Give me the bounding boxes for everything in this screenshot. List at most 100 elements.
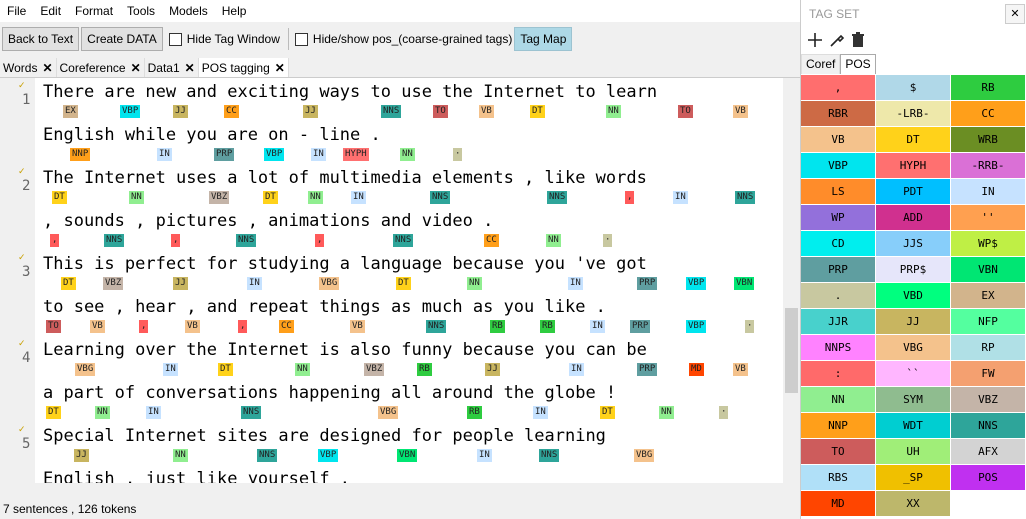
pos-tag[interactable]: DT: [263, 191, 278, 204]
pos-tag[interactable]: VBN: [734, 277, 755, 290]
tag-swatch[interactable]: ADD: [876, 205, 950, 230]
hide-pos-checkbox[interactable]: [294, 32, 308, 46]
pos-tag[interactable]: DT: [530, 105, 545, 118]
tag-swatch[interactable]: WP$: [951, 231, 1025, 256]
pos-tag[interactable]: NNS: [426, 320, 447, 333]
pos-tag[interactable]: NNS: [241, 406, 262, 419]
hide-tag-window-toggle[interactable]: Hide Tag Window: [168, 32, 280, 46]
pos-tag[interactable]: IN: [673, 191, 688, 204]
pos-tag[interactable]: ,: [50, 234, 60, 247]
annotated-text[interactable]: There are new and exciting ways to use t…: [43, 78, 783, 483]
fold-marker-icon[interactable]: ✓: [18, 166, 26, 177]
tag-swatch[interactable]: DT: [876, 127, 950, 152]
pos-tag[interactable]: NN: [546, 234, 561, 247]
tag-swatch[interactable]: VBG: [876, 335, 950, 360]
pos-tag[interactable]: VB: [733, 105, 748, 118]
tag-swatch[interactable]: ,: [801, 75, 875, 100]
fold-marker-icon[interactable]: ✓: [18, 424, 26, 435]
pos-tag[interactable]: ·: [603, 234, 613, 247]
pos-tag[interactable]: DT: [46, 406, 61, 419]
eyedropper-icon[interactable]: [829, 32, 845, 48]
tag-swatch[interactable]: VBD: [876, 283, 950, 308]
pos-tag[interactable]: ,: [315, 234, 325, 247]
pos-tag[interactable]: VBZ: [103, 277, 124, 290]
tag-swatch[interactable]: WP: [801, 205, 875, 230]
pos-tag[interactable]: IN: [533, 406, 548, 419]
tag-swatch[interactable]: _SP: [876, 465, 950, 490]
pos-tag[interactable]: NNS: [430, 191, 451, 204]
pos-tag[interactable]: NNS: [393, 234, 414, 247]
tag-swatch[interactable]: RP: [951, 335, 1025, 360]
pos-tag[interactable]: DT: [61, 277, 76, 290]
pos-tag[interactable]: ,: [139, 320, 149, 333]
tag-set-tab-pos[interactable]: POS: [840, 54, 876, 74]
tag-set-tab-coref[interactable]: Coref: [801, 54, 841, 74]
pos-tag[interactable]: VBG: [319, 277, 340, 290]
pos-tag[interactable]: VBP: [686, 277, 707, 290]
tab-close-icon[interactable]: ✕: [275, 61, 285, 75]
close-icon[interactable]: ✕: [1005, 4, 1025, 24]
pos-tag[interactable]: VBG: [75, 363, 96, 376]
pos-tag[interactable]: TO: [433, 105, 448, 118]
tag-swatch[interactable]: NNP: [801, 413, 875, 438]
menu-tools[interactable]: Tools: [120, 0, 162, 22]
tag-swatch[interactable]: RBR: [801, 101, 875, 126]
back-to-text-button[interactable]: Back to Text: [2, 27, 80, 51]
tag-swatch[interactable]: -RRB-: [951, 153, 1025, 178]
pos-tag[interactable]: IN: [351, 191, 366, 204]
pos-tag[interactable]: VB: [185, 320, 200, 333]
hide-tag-window-checkbox[interactable]: [168, 32, 182, 46]
fold-marker-icon[interactable]: ✓: [18, 338, 26, 349]
pos-tag[interactable]: VB: [479, 105, 494, 118]
pos-tag[interactable]: ,: [238, 320, 248, 333]
pos-tag[interactable]: ·: [453, 148, 463, 161]
pos-tag[interactable]: PRP: [637, 277, 658, 290]
pos-tag[interactable]: NNP: [70, 148, 91, 161]
tab-data1[interactable]: Data1 ✕: [145, 58, 199, 77]
pos-tag[interactable]: EX: [63, 105, 78, 118]
pos-tag[interactable]: VBZ: [209, 191, 230, 204]
trash-icon[interactable]: [851, 32, 865, 48]
tag-swatch[interactable]: VB: [801, 127, 875, 152]
vertical-scrollbar[interactable]: [783, 78, 800, 483]
pos-tag[interactable]: VBG: [378, 406, 399, 419]
pos-tag[interactable]: CC: [484, 234, 499, 247]
tag-swatch[interactable]: NNS: [951, 413, 1025, 438]
pos-tag[interactable]: NNS: [547, 191, 568, 204]
tag-swatch[interactable]: RB: [951, 75, 1025, 100]
tab-close-icon[interactable]: ✕: [42, 61, 52, 75]
pos-tag[interactable]: CC: [224, 105, 239, 118]
pos-tag[interactable]: IN: [311, 148, 326, 161]
pos-tag[interactable]: NN: [295, 363, 310, 376]
pos-tag[interactable]: NNS: [104, 234, 125, 247]
tag-swatch[interactable]: -LRB-: [876, 101, 950, 126]
pos-tag[interactable]: RB: [490, 320, 505, 333]
pos-tag[interactable]: ,: [625, 191, 635, 204]
pos-tag[interactable]: DT: [218, 363, 233, 376]
tag-swatch[interactable]: HYPH: [876, 153, 950, 178]
hide-pos-toggle[interactable]: Hide/show pos_(coarse-grained tags): [294, 32, 512, 46]
tag-map-button[interactable]: Tag Map: [514, 27, 573, 51]
tag-swatch[interactable]: POS: [951, 465, 1025, 490]
pos-tag[interactable]: RB: [417, 363, 432, 376]
create-data-button[interactable]: Create DATA: [81, 27, 163, 51]
menu-help[interactable]: Help: [215, 0, 254, 22]
pos-tag[interactable]: VB: [90, 320, 105, 333]
pos-tag[interactable]: IN: [247, 277, 262, 290]
pos-tag[interactable]: DT: [600, 406, 615, 419]
pos-tag[interactable]: IN: [569, 363, 584, 376]
pos-tag[interactable]: IN: [568, 277, 583, 290]
pos-tag[interactable]: VBP: [120, 105, 141, 118]
tag-swatch[interactable]: XX: [876, 491, 950, 516]
tag-swatch[interactable]: LS: [801, 179, 875, 204]
tag-swatch[interactable]: CC: [951, 101, 1025, 126]
tag-swatch[interactable]: JJR: [801, 309, 875, 334]
menu-file[interactable]: File: [0, 0, 33, 22]
tag-swatch[interactable]: MD: [801, 491, 875, 516]
tab-close-icon[interactable]: ✕: [131, 61, 141, 75]
pos-tag[interactable]: IN: [477, 449, 492, 462]
tab-pos-tagging[interactable]: POS tagging ✕: [198, 58, 289, 77]
pos-tag[interactable]: JJ: [485, 363, 500, 376]
pos-tag[interactable]: NNS: [236, 234, 257, 247]
pos-tag[interactable]: VBP: [264, 148, 285, 161]
